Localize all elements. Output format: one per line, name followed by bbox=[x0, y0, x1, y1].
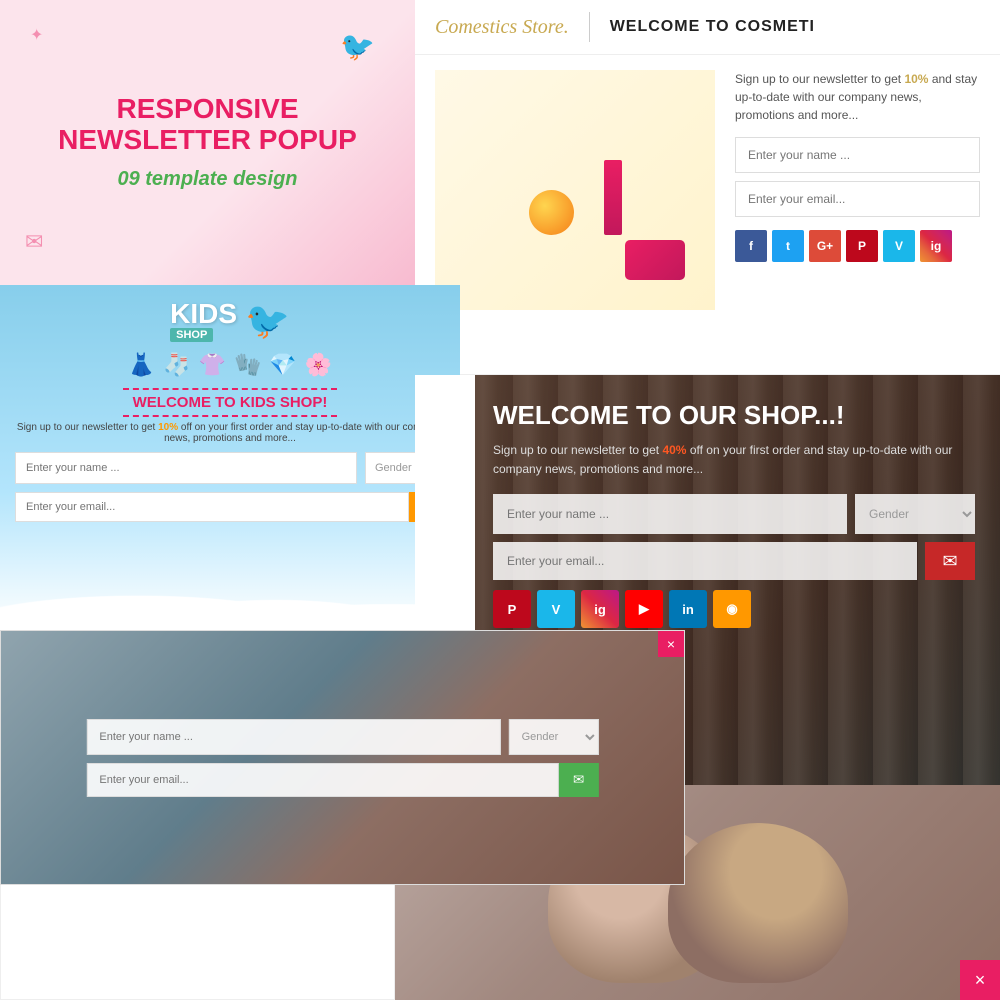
shop-gender-select[interactable]: Gender Male Female bbox=[855, 494, 975, 534]
shop-title: WELCOME TO OUR SHOP...! bbox=[493, 400, 975, 431]
popup-gender-select[interactable]: Gender Male Female bbox=[509, 719, 599, 755]
popup-close-icon: × bbox=[667, 636, 675, 652]
cosmetics-desc-prefix: Sign up to our newsletter to get bbox=[735, 72, 904, 86]
shop-desc-highlight: 40% bbox=[662, 443, 686, 457]
shop-vimeo-button[interactable]: V bbox=[537, 590, 575, 628]
popup-name-input[interactable] bbox=[86, 719, 500, 755]
cosmetics-tagline: WELCOME TO COSMETI bbox=[610, 18, 815, 36]
star-deco: ✦ bbox=[30, 25, 43, 45]
cosmetics-desc: Sign up to our newsletter to get 10% and… bbox=[735, 70, 980, 124]
popup-submit-button[interactable]: ✉ bbox=[559, 763, 599, 797]
fashion-person2 bbox=[668, 823, 848, 983]
kids-email-input[interactable] bbox=[15, 492, 409, 522]
cosmetics-name-input[interactable] bbox=[735, 137, 980, 173]
product-tube bbox=[604, 160, 622, 235]
cosmetics-social-row: f t G+ P V ig bbox=[735, 230, 980, 262]
cosmetics-logo-accent: Store. bbox=[522, 16, 568, 38]
shop-instagram-button[interactable]: ig bbox=[581, 590, 619, 628]
vimeo-button[interactable]: V bbox=[883, 230, 915, 262]
googleplus-button[interactable]: G+ bbox=[809, 230, 841, 262]
cosmetics-header-divider bbox=[589, 12, 590, 42]
kids-desc: Sign up to our newsletter to get 10% off… bbox=[15, 422, 445, 444]
kids-welcome-text: WELCOME TO KIDS SHOP! bbox=[123, 388, 338, 417]
fashion-close-icon: × bbox=[975, 970, 986, 991]
shop-social-row: P V ig ▶ in ◉ bbox=[493, 590, 975, 628]
pinterest-button[interactable]: P bbox=[846, 230, 878, 262]
cosmetics-logo: Comestics Store. bbox=[435, 16, 569, 39]
product-ball bbox=[529, 190, 574, 235]
promo-main-title: RESPONSIVE NEWSLETTER POPUP bbox=[20, 94, 395, 156]
kids-name-row: Gender Male Female bbox=[15, 452, 445, 484]
kids-desc-prefix: Sign up to our newsletter to get bbox=[17, 422, 158, 433]
twitter-button[interactable]: t bbox=[772, 230, 804, 262]
cosmetics-form: Sign up to our newsletter to get 10% and… bbox=[735, 70, 980, 310]
kids-logo-area: KIDS SHOP 🐦 bbox=[170, 300, 290, 342]
panel-cosmetics: Comestics Store. WELCOME TO COSMETI Sign… bbox=[415, 0, 1000, 375]
shop-submit-button[interactable]: ✉ bbox=[925, 542, 975, 580]
popup-email-input[interactable] bbox=[86, 763, 558, 797]
facebook-button[interactable]: f bbox=[735, 230, 767, 262]
promo-sub-title: 09 template design bbox=[117, 168, 297, 191]
product-compact bbox=[625, 240, 685, 280]
shop-desc: Sign up to our newsletter to get 40% off… bbox=[493, 441, 975, 479]
popup-close-button[interactable]: × bbox=[658, 631, 684, 657]
cosmetics-desc-highlight: 10% bbox=[904, 72, 928, 86]
shop-desc-prefix: Sign up to our newsletter to get bbox=[493, 443, 662, 457]
cosmetics-email-input[interactable] bbox=[735, 181, 980, 217]
shop-submit-icon: ✉ bbox=[942, 551, 957, 572]
shop-email-row: ✉ bbox=[493, 542, 975, 580]
kids-email-row: ✉ bbox=[15, 492, 445, 522]
shop-content: WELCOME TO OUR SHOP...! Sign up to our n… bbox=[468, 375, 1000, 643]
popup-email-row: ✉ bbox=[86, 763, 598, 797]
shop-pinterest-button[interactable]: P bbox=[493, 590, 531, 628]
panel-kids-shop: KIDS SHOP 🐦 👗 🧦 👚 🧤 💎 🌸 WELCOME TO KIDS … bbox=[0, 285, 460, 630]
envelope-deco-icon: ✉ bbox=[25, 229, 43, 255]
fashion-close-button[interactable]: × bbox=[960, 960, 1000, 1000]
popup-form-area: Gender Male Female ✉ bbox=[86, 719, 598, 797]
bird-deco-icon: 🐦 bbox=[340, 30, 375, 63]
popup-submit-icon: ✉ bbox=[573, 772, 584, 788]
kids-desc-highlight: 10% bbox=[158, 422, 178, 433]
product-mascara bbox=[579, 145, 599, 235]
cosmetics-logo-text: Comestics bbox=[435, 16, 517, 38]
kids-shop-badge: SHOP bbox=[170, 328, 213, 342]
kids-logo-text: KIDS SHOP bbox=[170, 300, 237, 342]
kids-desc-suffix: off on your first order and stay up-to-d… bbox=[164, 422, 443, 444]
kids-title: KIDS bbox=[170, 300, 237, 328]
shop-name-input[interactable] bbox=[493, 494, 847, 534]
kids-hanging-items: 👗 🧦 👚 🧤 💎 🌸 bbox=[128, 352, 332, 378]
kids-bird-icon: 🐦 bbox=[245, 300, 290, 342]
kids-cloud-decoration bbox=[0, 570, 460, 630]
product-items bbox=[529, 145, 622, 235]
panel-newsletter-promo: ✦ 🐦 ✉ RESPONSIVE NEWSLETTER POPUP 09 tem… bbox=[0, 0, 415, 285]
popup-name-row: Gender Male Female bbox=[86, 719, 598, 755]
shop-youtube-button[interactable]: ▶ bbox=[625, 590, 663, 628]
popup-overlay: × Gender Male Female ✉ bbox=[0, 630, 685, 885]
kids-name-input[interactable] bbox=[15, 452, 357, 484]
shop-linkedin-button[interactable]: in bbox=[669, 590, 707, 628]
main-container: ✦ 🐦 ✉ RESPONSIVE NEWSLETTER POPUP 09 tem… bbox=[0, 0, 1000, 1000]
instagram-button[interactable]: ig bbox=[920, 230, 952, 262]
cosmetics-product-display bbox=[435, 70, 715, 310]
shop-rss-button[interactable]: ◉ bbox=[713, 590, 751, 628]
shop-name-row: Gender Male Female bbox=[493, 494, 975, 534]
cosmetics-body: Sign up to our newsletter to get 10% and… bbox=[415, 55, 1000, 325]
shop-email-input[interactable] bbox=[493, 542, 917, 580]
cosmetics-header: Comestics Store. WELCOME TO COSMETI bbox=[415, 0, 1000, 55]
